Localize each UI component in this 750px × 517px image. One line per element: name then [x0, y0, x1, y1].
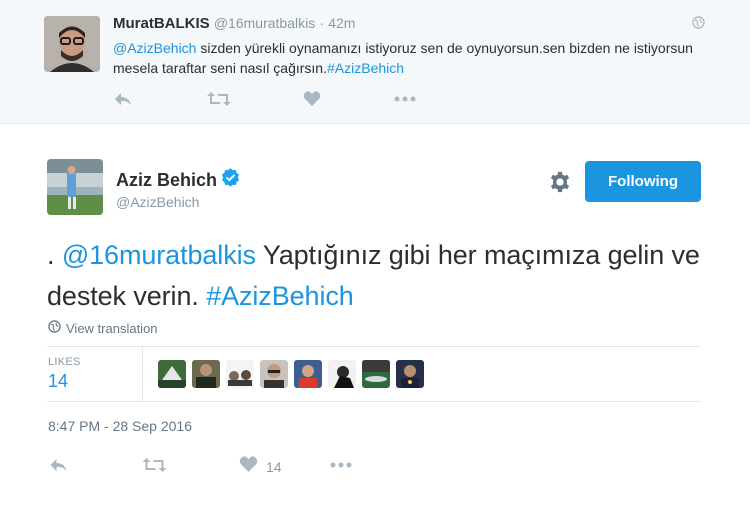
- liker-avatars: [158, 360, 424, 388]
- view-translation-label[interactable]: View translation: [66, 321, 158, 336]
- more-icon[interactable]: [330, 462, 352, 468]
- liker-avatar[interactable]: [226, 360, 254, 388]
- main-avatar[interactable]: [47, 159, 103, 215]
- like-count[interactable]: 14: [266, 459, 282, 475]
- tweet-actions: 14: [48, 452, 448, 476]
- reply-timestamp[interactable]: 42m: [328, 15, 355, 31]
- liker-avatar[interactable]: [396, 360, 424, 388]
- view-translation-link[interactable]: View translation: [48, 320, 158, 336]
- tweet-mention-link[interactable]: @16muratbalkis: [62, 240, 256, 270]
- retweet-icon[interactable]: [142, 457, 167, 473]
- globe-icon: [48, 320, 61, 336]
- tweet-prefix: .: [47, 240, 62, 270]
- like-icon[interactable]: [303, 91, 321, 107]
- liker-avatar[interactable]: [294, 360, 322, 388]
- reply-avatar[interactable]: [44, 16, 100, 72]
- liker-avatar[interactable]: [362, 360, 390, 388]
- reply-author-name[interactable]: MuratBALKIS: [113, 15, 210, 32]
- main-author-handle[interactable]: @AzizBehich: [116, 194, 199, 210]
- more-icon[interactable]: [394, 96, 416, 102]
- like-button[interactable]: 14: [239, 456, 282, 478]
- tweet-hashtag-link[interactable]: #AzizBehich: [206, 281, 354, 311]
- likes-label: LIKES: [48, 356, 81, 368]
- reply-header: MuratBALKIS @16muratbalkis · 42m: [113, 15, 355, 32]
- reply-hashtag-link[interactable]: #AzizBehich: [327, 60, 404, 76]
- liker-avatar[interactable]: [260, 360, 288, 388]
- main-author-name-text[interactable]: Aziz Behich: [116, 170, 217, 191]
- following-button[interactable]: Following: [585, 161, 701, 202]
- gear-icon[interactable]: [549, 171, 571, 198]
- liker-avatar[interactable]: [328, 360, 356, 388]
- reply-separator-dot: ·: [319, 15, 325, 31]
- reply-icon[interactable]: [48, 457, 69, 473]
- retweet-icon[interactable]: [207, 91, 231, 107]
- globe-icon: [692, 16, 705, 34]
- tweet-timestamp[interactable]: 8:47 PM - 28 Sep 2016: [48, 418, 192, 434]
- tweet-text: . @16muratbalkis Yaptığınız gibi her maç…: [47, 235, 727, 317]
- reply-author-handle[interactable]: @16muratbalkis: [214, 15, 315, 31]
- main-author-name[interactable]: Aziz Behich: [116, 168, 240, 192]
- likes-count[interactable]: 14: [48, 371, 68, 392]
- reply-tweet: MuratBALKIS @16muratbalkis · 42m @AzizBe…: [0, 0, 750, 124]
- liker-avatar[interactable]: [192, 360, 220, 388]
- liker-avatar[interactable]: [158, 360, 186, 388]
- main-tweet: Aziz Behich @AzizBehich Following . @16m…: [0, 125, 750, 517]
- reply-icon[interactable]: [113, 91, 133, 107]
- likes-stat[interactable]: LIKES 14: [47, 347, 143, 401]
- verified-badge-icon: [221, 168, 240, 192]
- reply-mention-link[interactable]: @AzizBehich: [113, 40, 196, 56]
- like-icon[interactable]: [239, 456, 258, 478]
- tweet-stats: LIKES 14: [47, 346, 701, 402]
- reply-text: @AzizBehich sizden yürekli oynamanızı is…: [113, 38, 713, 78]
